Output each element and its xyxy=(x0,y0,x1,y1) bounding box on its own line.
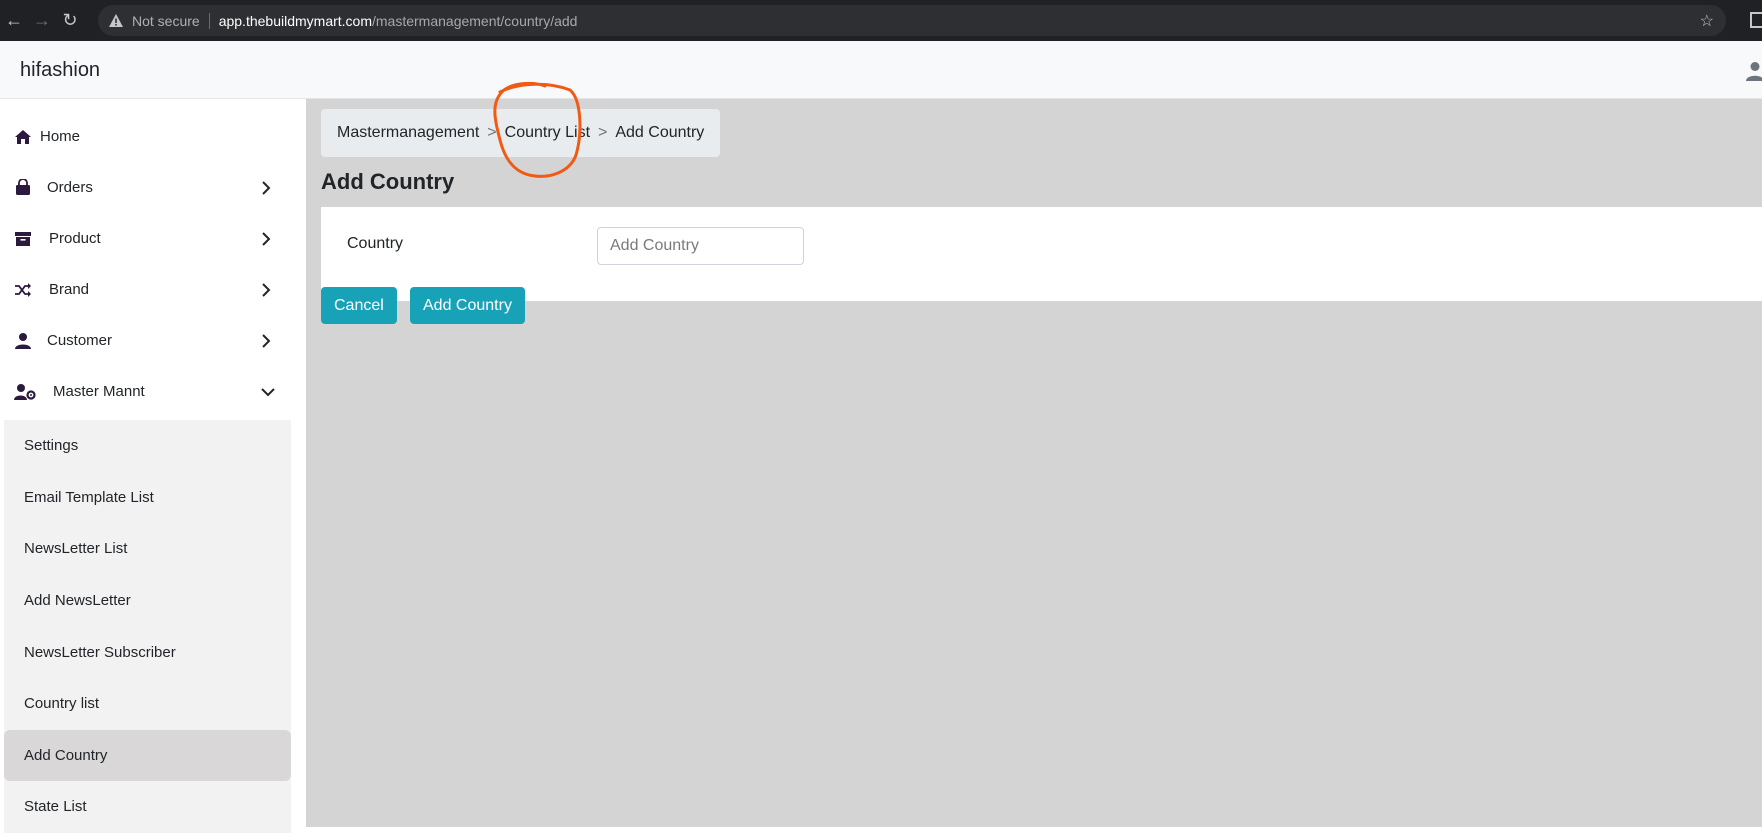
submenu-item-add-newsletter[interactable]: Add NewsLetter xyxy=(4,575,291,627)
user-gear-icon xyxy=(14,383,36,400)
master-submenu: Settings Email Template List NewsLetter … xyxy=(4,420,291,833)
main-content: Mastermanagement > Country List > Add Co… xyxy=(306,99,1762,827)
sidebar-item-label: Customer xyxy=(47,332,113,349)
breadcrumb-add-country: Add Country xyxy=(615,124,705,141)
submenu-item-newsletter-subscriber[interactable]: NewsLetter Subscriber xyxy=(4,626,291,678)
reload-icon[interactable]: ↻ xyxy=(56,10,84,31)
chevron-right-icon xyxy=(262,333,271,348)
shuffle-icon xyxy=(15,282,31,297)
sidebar-item-label: Product xyxy=(49,230,101,247)
country-field-label: Country xyxy=(347,235,404,252)
brand-name[interactable]: hifashion xyxy=(20,59,100,82)
shopping-bag-icon xyxy=(16,178,30,195)
chevron-right-icon xyxy=(262,180,271,195)
submenu-item-state-list[interactable]: State List xyxy=(4,781,291,833)
breadcrumb-separator: > xyxy=(598,124,608,141)
add-country-form: Country xyxy=(321,207,1762,301)
sidebar: Home Orders Product Brand Customer Maste… xyxy=(0,99,306,833)
user-account-icon[interactable] xyxy=(1746,61,1762,81)
breadcrumb-separator: > xyxy=(487,124,497,141)
country-input[interactable] xyxy=(597,227,804,265)
browser-toolbar: ← → ↻ Not secure app.thebuildmymart.com … xyxy=(0,0,1762,41)
sidebar-item-master-mannt[interactable]: Master Mannt xyxy=(0,366,306,417)
side-panel-icon[interactable] xyxy=(1750,12,1762,28)
submenu-item-country-list[interactable]: Country list xyxy=(4,678,291,730)
user-icon xyxy=(15,332,31,349)
breadcrumb: Mastermanagement > Country List > Add Co… xyxy=(321,109,721,157)
address-bar[interactable]: Not secure app.thebuildmymart.com /maste… xyxy=(98,5,1726,36)
sidebar-item-brand[interactable]: Brand xyxy=(0,264,306,315)
url-host: app.thebuildmymart.com xyxy=(218,12,372,29)
sidebar-item-label: Home xyxy=(40,128,81,145)
not-secure-label: Not secure xyxy=(132,12,200,29)
chevron-down-icon xyxy=(261,387,275,396)
submenu-item-newsletter-list[interactable]: NewsLetter List xyxy=(4,523,291,575)
back-arrow-icon[interactable]: ← xyxy=(0,10,28,31)
sidebar-item-label: Master Mannt xyxy=(53,383,145,400)
sidebar-item-label: Orders xyxy=(47,179,93,196)
submenu-item-email-template-list[interactable]: Email Template List xyxy=(4,472,291,524)
page-title: Add Country xyxy=(321,169,455,194)
warning-icon xyxy=(109,13,123,27)
breadcrumb-country-list[interactable]: Country List xyxy=(505,124,590,142)
sidebar-item-label: Brand xyxy=(49,281,90,298)
submenu-item-add-country[interactable]: Add Country xyxy=(4,729,291,782)
cancel-button[interactable]: Cancel xyxy=(321,287,397,324)
url-divider xyxy=(208,12,210,29)
submenu-item-settings[interactable]: Settings xyxy=(4,420,291,472)
forward-arrow-icon[interactable]: → xyxy=(28,10,56,31)
chevron-right-icon xyxy=(262,282,271,297)
sidebar-item-orders[interactable]: Orders xyxy=(0,162,306,213)
breadcrumb-mastermanagement[interactable]: Mastermanagement xyxy=(337,124,479,142)
app-header: hifashion xyxy=(0,41,1762,99)
archive-box-icon xyxy=(15,231,31,246)
bookmark-star-icon[interactable]: ☆ xyxy=(1700,11,1714,31)
add-country-button[interactable]: Add Country xyxy=(410,287,525,324)
url-path: /mastermanagement/country/add xyxy=(372,12,578,29)
home-icon xyxy=(15,129,31,144)
sidebar-item-product[interactable]: Product xyxy=(0,213,306,264)
sidebar-item-home[interactable]: Home xyxy=(0,111,306,162)
chevron-right-icon xyxy=(262,231,271,246)
sidebar-item-customer[interactable]: Customer xyxy=(0,315,306,366)
